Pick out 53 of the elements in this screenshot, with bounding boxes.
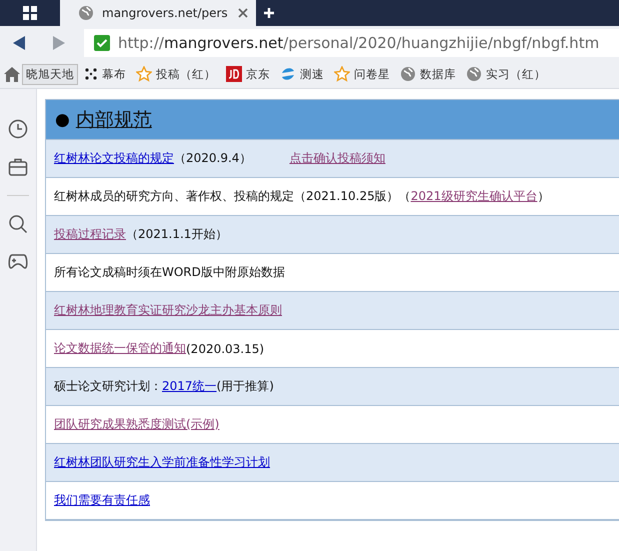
bookmark[interactable]: 晓旭天地 xyxy=(22,64,78,84)
forward-icon xyxy=(53,36,65,50)
bookmark[interactable]: 测速 xyxy=(276,63,328,85)
plus-icon xyxy=(264,8,274,18)
swirl-icon xyxy=(280,66,296,82)
link[interactable]: 红树林论文投稿的规定 xyxy=(54,150,174,167)
back-icon xyxy=(13,36,25,50)
close-tab-button[interactable] xyxy=(238,8,248,18)
bookmark[interactable]: 实习（红） xyxy=(462,63,550,85)
browser-tab[interactable]: mangrovers.net/pers xyxy=(60,0,256,26)
grid-icon xyxy=(23,6,37,20)
link[interactable]: 投稿过程记录 xyxy=(54,226,126,243)
clock-icon[interactable] xyxy=(8,119,28,139)
row-text: (用于推算) xyxy=(216,378,274,395)
url-text: http://mangrovers.net/personal/2020/huangzhijie/nbgf/nbgf.htm xyxy=(118,34,600,52)
star-icon xyxy=(136,66,152,82)
globe-icon xyxy=(78,5,94,21)
link[interactable]: 2021级研究生确认平台 xyxy=(410,188,538,205)
bookmark[interactable]: 数据库 xyxy=(396,63,460,85)
globe-icon xyxy=(400,66,416,82)
row-text: 硕士论文研究计划： xyxy=(54,378,162,395)
link[interactable]: 红树林地理教育实证研究沙龙主办基本原则 xyxy=(54,302,282,319)
tab-title: mangrovers.net/pers xyxy=(102,6,229,20)
bookmark[interactable]: 幕布 xyxy=(80,64,130,84)
home-icon xyxy=(4,66,20,82)
dots-icon xyxy=(84,67,98,81)
bookmark[interactable]: 京东 xyxy=(222,63,274,85)
row-text: ） xyxy=(537,188,550,205)
row-text: （2021.1.1开始） xyxy=(126,226,228,243)
link[interactable]: 团队研究成果熟悉度测试(示例) xyxy=(54,416,220,433)
section-title[interactable]: 内部规范 xyxy=(76,106,152,132)
checkmark-icon xyxy=(94,35,110,51)
star-icon xyxy=(334,66,350,82)
close-icon xyxy=(238,8,248,18)
row-text: （2020.9.4） xyxy=(174,150,252,167)
bookmark[interactable]: 投稿（红） xyxy=(132,63,220,85)
home-button[interactable] xyxy=(4,66,20,82)
globe-icon xyxy=(466,66,482,82)
search-icon[interactable] xyxy=(8,214,28,234)
bookmark[interactable]: 问卷星 xyxy=(330,63,394,85)
row-text: 红树林成员的研究方向、著作权、投稿的规定（2021.10.25版）（ xyxy=(54,188,411,205)
row-text: 所有论文成稿时须在WORD版中附原始数据 xyxy=(54,264,285,281)
briefcase-icon[interactable] xyxy=(8,157,28,177)
gamepad-icon[interactable] xyxy=(8,252,28,270)
bullet: ● xyxy=(55,110,70,130)
row-text: (2020.03.15) xyxy=(186,342,264,356)
link[interactable]: 点击确认投稿须知 xyxy=(289,150,386,167)
link[interactable]: 红树林团队研究生入学前准备性学习计划 xyxy=(54,454,270,471)
link[interactable]: 2017统一 xyxy=(162,378,217,395)
link[interactable]: 论文数据统一保管的通知 xyxy=(54,340,186,357)
address-field[interactable]: http://mangrovers.net/personal/2020/huangzhijie/nbgf/nbgf.htm xyxy=(84,29,619,57)
link[interactable]: 我们需要有责任感 xyxy=(54,492,150,509)
jd-logo-icon xyxy=(226,66,242,82)
